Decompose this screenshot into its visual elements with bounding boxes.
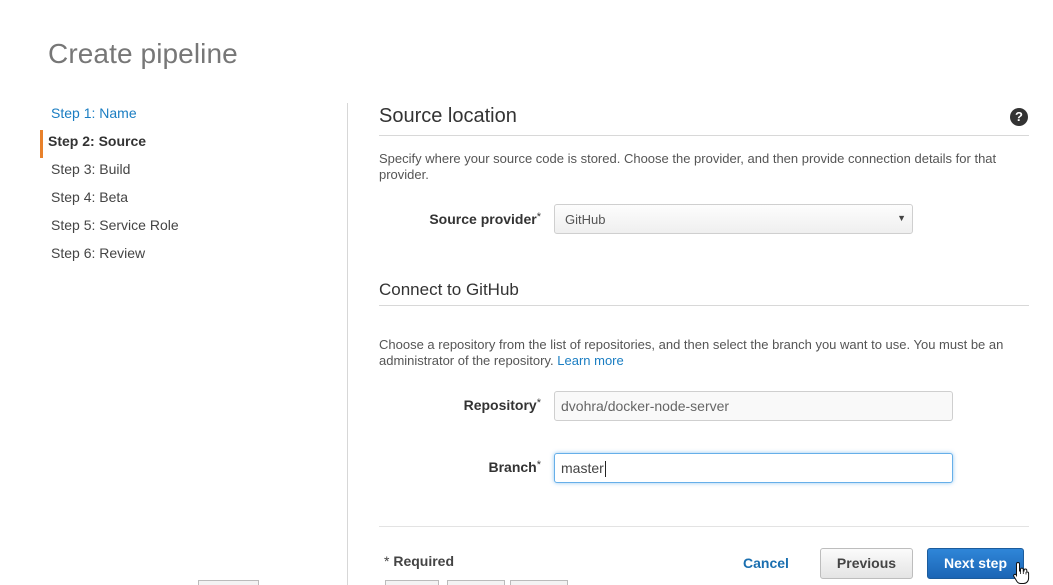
source-provider-select[interactable]: GitHub ▼ bbox=[554, 204, 913, 234]
next-step-button[interactable]: Next step bbox=[927, 548, 1024, 579]
help-icon[interactable]: ? bbox=[1010, 108, 1028, 126]
cancel-button[interactable]: Cancel bbox=[743, 555, 789, 571]
step-service-role: Step 5: Service Role bbox=[51, 217, 179, 233]
connect-github-title: Connect to GitHub bbox=[379, 280, 519, 299]
step-build: Step 3: Build bbox=[51, 161, 131, 177]
step-review: Step 6: Review bbox=[51, 245, 146, 261]
source-provider-value: GitHub bbox=[565, 212, 606, 227]
step-beta: Step 4: Beta bbox=[51, 189, 129, 205]
background-element bbox=[198, 580, 259, 585]
step-name[interactable]: Step 1: Name bbox=[40, 102, 340, 130]
divider bbox=[379, 526, 1029, 527]
text-cursor bbox=[604, 461, 606, 478]
background-element bbox=[510, 580, 568, 585]
vertical-divider bbox=[347, 103, 348, 585]
previous-button[interactable]: Previous bbox=[820, 548, 913, 579]
github-description: Choose a repository from the list of rep… bbox=[379, 337, 1004, 368]
required-note: * Required bbox=[384, 553, 455, 569]
source-provider-label: Source provider* bbox=[429, 211, 541, 227]
source-location-title: Source location bbox=[379, 105, 517, 127]
divider bbox=[379, 305, 1029, 306]
source-location-description: Specify where your source code is stored… bbox=[379, 151, 997, 182]
repository-input[interactable]: dvohra/docker-node-server bbox=[554, 391, 953, 421]
background-element bbox=[385, 580, 439, 585]
wizard-steps: Step 1: Name Step 2: Source Step 3: Buil… bbox=[40, 102, 340, 270]
branch-label: Branch* bbox=[488, 459, 541, 475]
page-title: Create pipeline bbox=[48, 38, 238, 69]
branch-input[interactable]: master bbox=[554, 453, 953, 483]
repository-label: Repository* bbox=[463, 397, 541, 413]
learn-more-link[interactable]: Learn more bbox=[557, 353, 623, 368]
main-panel: Source location ? Specify where your sou… bbox=[379, 0, 1029, 585]
step-source: Step 2: Source bbox=[40, 130, 340, 158]
background-element bbox=[447, 580, 505, 585]
divider bbox=[379, 135, 1029, 136]
chevron-down-icon: ▼ bbox=[897, 213, 906, 223]
hand-pointer-icon bbox=[1013, 561, 1030, 584]
